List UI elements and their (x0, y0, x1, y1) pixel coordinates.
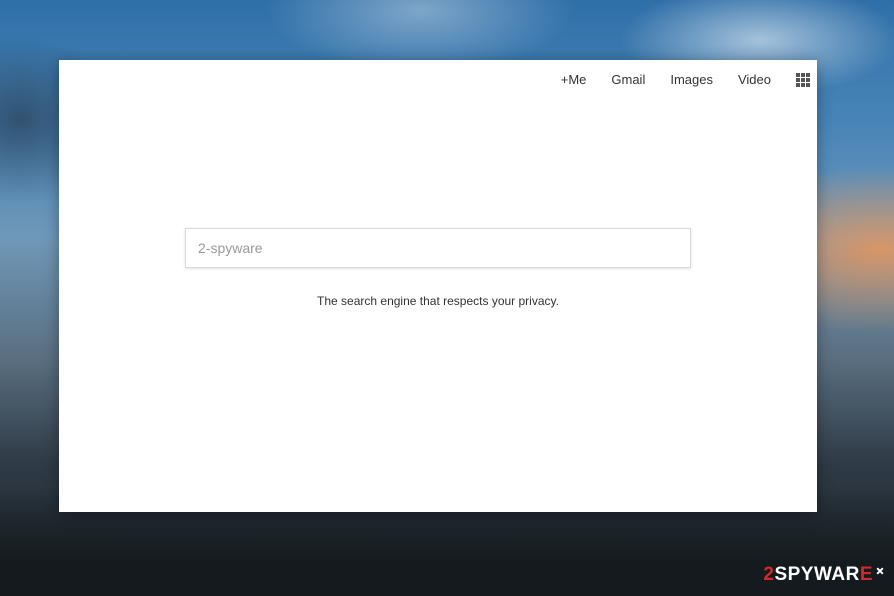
grid-dot (796, 83, 800, 87)
tagline: The search engine that respects your pri… (317, 294, 559, 308)
watermark-logo: 2SPYWARE (763, 564, 884, 586)
nav-link-images[interactable]: Images (670, 72, 713, 88)
cross-icon (875, 567, 884, 576)
search-box (185, 228, 691, 268)
blurred-desktop-background: +Me Gmail Images Video The search engine… (0, 0, 894, 596)
search-input[interactable] (186, 229, 690, 267)
grid-dot (796, 78, 800, 82)
grid-apps-icon[interactable] (796, 73, 810, 87)
browser-page: +Me Gmail Images Video The search engine… (59, 60, 817, 512)
grid-dot (806, 78, 810, 82)
watermark-e: E (859, 564, 873, 585)
watermark-war: WAR (813, 564, 860, 585)
grid-dot (801, 73, 805, 77)
top-navigation: +Me Gmail Images Video (536, 72, 810, 88)
grid-dot (796, 73, 800, 77)
nav-link-me[interactable]: +Me (561, 72, 587, 88)
watermark-spy: SPY (774, 564, 814, 585)
grid-dot (806, 73, 810, 77)
grid-dot (806, 83, 810, 87)
grid-dot (801, 78, 805, 82)
watermark-digit: 2 (763, 564, 775, 585)
grid-dot (801, 83, 805, 87)
nav-link-video[interactable]: Video (738, 72, 771, 88)
nav-link-gmail[interactable]: Gmail (611, 72, 645, 88)
